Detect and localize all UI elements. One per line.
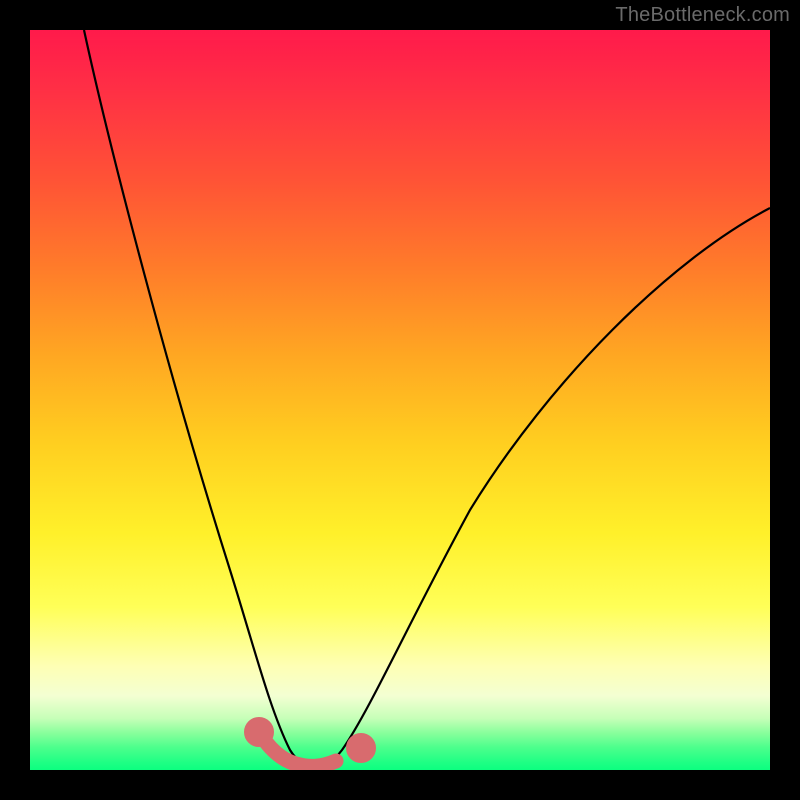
watermark-text: TheBottleneck.com [615, 4, 790, 27]
chart-frame: TheBottleneck.com [0, 0, 800, 800]
plot-area [30, 30, 770, 770]
bottleneck-curve [84, 30, 770, 766]
curve-svg [30, 30, 770, 770]
highlight-band [252, 725, 369, 767]
